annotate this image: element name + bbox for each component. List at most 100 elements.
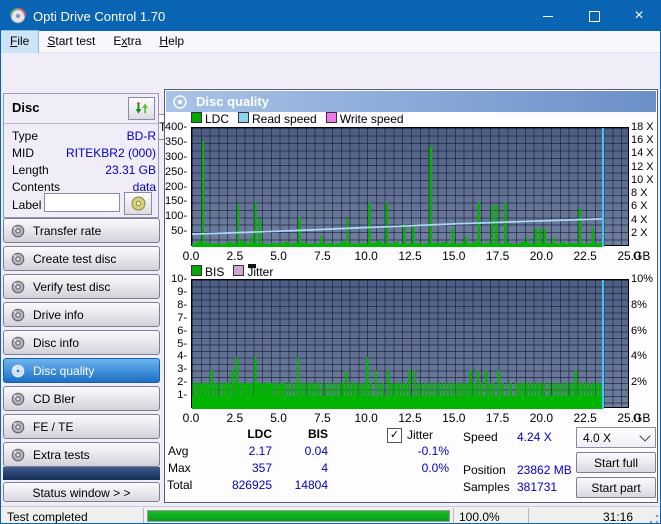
disc-icon — [11, 448, 25, 462]
speed-stat-label: Speed — [463, 430, 498, 444]
axis-tick-label: 350- — [159, 136, 187, 148]
jitter-checkbox[interactable]: ✓ — [387, 428, 402, 443]
axis-tick-label: 14 X — [631, 147, 661, 159]
disc-row-value: 23.31 GB — [44, 163, 156, 177]
maximize-button[interactable] — [571, 1, 617, 31]
axis-tick-label: 4% — [631, 350, 661, 362]
axis-tick-label: 8- — [159, 299, 187, 311]
sidebar-accent-strip — [3, 467, 160, 480]
sidebar-item-disc-quality[interactable]: Disc quality — [3, 358, 160, 383]
resize-grip[interactable] — [649, 514, 659, 524]
legend-swatch — [191, 265, 202, 276]
title-bar: Opti Drive Control 1.70 × — [1, 1, 660, 31]
close-button[interactable]: × — [616, 1, 661, 31]
status-separator-3 — [528, 508, 529, 524]
legend-item: LDC — [191, 112, 229, 126]
axis-tick-label: 17.5 — [478, 411, 518, 425]
disc-row-value: BD-R — [44, 129, 156, 143]
window-title: Opti Drive Control 1.70 — [33, 9, 165, 24]
axis-tick-label: 7.5 — [302, 249, 342, 263]
status-window-button[interactable]: Status window > > — [3, 482, 160, 502]
legend-item: BIS — [191, 265, 224, 279]
axis-tick-label: 1- — [159, 389, 187, 401]
position-stat-value: 23862 MB — [517, 463, 572, 477]
axis-tick-label: 10.0 — [346, 249, 386, 263]
sidebar-item-label: CD Bler — [33, 392, 75, 406]
axis-tick-label: 12.5 — [390, 411, 430, 425]
legend-swatch — [191, 112, 202, 123]
disc-row-label: MID — [12, 146, 34, 160]
progress-bar — [147, 510, 450, 522]
bis-column-header: BIS — [274, 427, 328, 441]
axis-tick-label: 5.0 — [259, 249, 299, 263]
axis-tick-label: 22.5 — [565, 411, 605, 425]
sidebar-item-label: FE / TE — [33, 420, 73, 434]
write-label-button[interactable] — [124, 192, 152, 215]
sidebar-item-label: Verify test disc — [33, 280, 110, 294]
disc-group-divider — [4, 123, 160, 124]
disc-group-title: Disc — [12, 100, 39, 115]
status-separator-2 — [453, 508, 454, 524]
axis-tick-label: 250- — [159, 166, 187, 178]
minimize-icon — [543, 16, 553, 17]
speed-stat-value: 4.24 X — [517, 430, 552, 444]
max-jitter-value: 0.0% — [391, 461, 449, 475]
refresh-icon — [134, 101, 150, 116]
samples-stat-label: Samples — [463, 480, 510, 494]
start-part-button[interactable]: Start part — [576, 477, 656, 498]
axis-tick-label: 6% — [631, 325, 661, 337]
minimize-button[interactable] — [525, 1, 571, 31]
sidebar-item-extra-tests[interactable]: Extra tests — [3, 442, 160, 467]
sidebar-item-cd-bler[interactable]: CD Bler — [3, 386, 160, 411]
axis-tick-label: 18 X — [631, 121, 661, 133]
samples-stat-value: 381731 — [517, 480, 557, 494]
status-text: Test completed — [7, 510, 88, 524]
max-bis-value: 4 — [274, 461, 328, 475]
test-speed-value: 4.0 X — [583, 431, 611, 445]
start-full-button[interactable]: Start full — [576, 452, 656, 473]
panel-title: Disc quality — [196, 94, 269, 109]
total-row-label: Total — [167, 478, 192, 492]
sidebar-item-label: Extra tests — [33, 448, 90, 462]
axis-tick-label: 3- — [159, 363, 187, 375]
axis-tick-label: 7- — [159, 312, 187, 324]
sidebar-item-label: Create test disc — [33, 252, 116, 266]
axis-tick-label: 12.5 — [390, 249, 430, 263]
axis-tick-label: 150- — [159, 195, 187, 207]
sidebar-item-transfer-rate[interactable]: Transfer rate — [3, 218, 160, 243]
axis-tick-label: 7.5 — [302, 411, 342, 425]
disc-icon — [11, 252, 25, 266]
disc-icon — [11, 224, 25, 238]
label-input[interactable] — [44, 193, 120, 212]
label-field-label: Label — [12, 198, 41, 212]
bis-chart-plot — [191, 279, 629, 408]
disc-icon — [11, 336, 25, 350]
chevron-down-icon — [639, 430, 650, 441]
sidebar-item-label: Disc quality — [33, 364, 94, 378]
sidebar-item-create-test-disc[interactable]: Create test disc — [3, 246, 160, 271]
axis-tick-label: 10.0 — [346, 411, 386, 425]
sidebar-item-label: Drive info — [33, 308, 84, 322]
axis-tick-label: GB — [633, 249, 661, 263]
test-speed-select[interactable]: 4.0 X — [576, 427, 656, 448]
disc-refresh-button[interactable] — [128, 97, 155, 120]
avg-ldc-value: 2.17 — [214, 444, 272, 458]
axis-tick-label: 4- — [159, 350, 187, 362]
total-ldc-value: 826925 — [214, 478, 272, 492]
legend-swatch — [233, 265, 244, 276]
bis-legend: BISJitter — [191, 265, 273, 279]
sidebar-item-label: Transfer rate — [33, 224, 101, 238]
avg-bis-value: 0.04 — [274, 444, 328, 458]
sidebar-item-disc-info[interactable]: Disc info — [3, 330, 160, 355]
axis-tick-label: 2.5 — [215, 249, 255, 263]
disc-row-label: Type — [12, 129, 38, 143]
panel-header: Disc quality — [166, 91, 656, 112]
ldc-column-header: LDC — [214, 427, 272, 441]
sidebar-item-verify-test-disc[interactable]: Verify test disc — [3, 274, 160, 299]
axis-tick-label: 20.0 — [521, 249, 561, 263]
axis-tick-label: 6 X — [631, 200, 661, 212]
maximize-icon — [589, 11, 600, 22]
sidebar-item-drive-info[interactable]: Drive info — [3, 302, 160, 327]
legend-item: Read speed — [238, 112, 317, 126]
sidebar-item-fe-te[interactable]: FE / TE — [3, 414, 160, 439]
